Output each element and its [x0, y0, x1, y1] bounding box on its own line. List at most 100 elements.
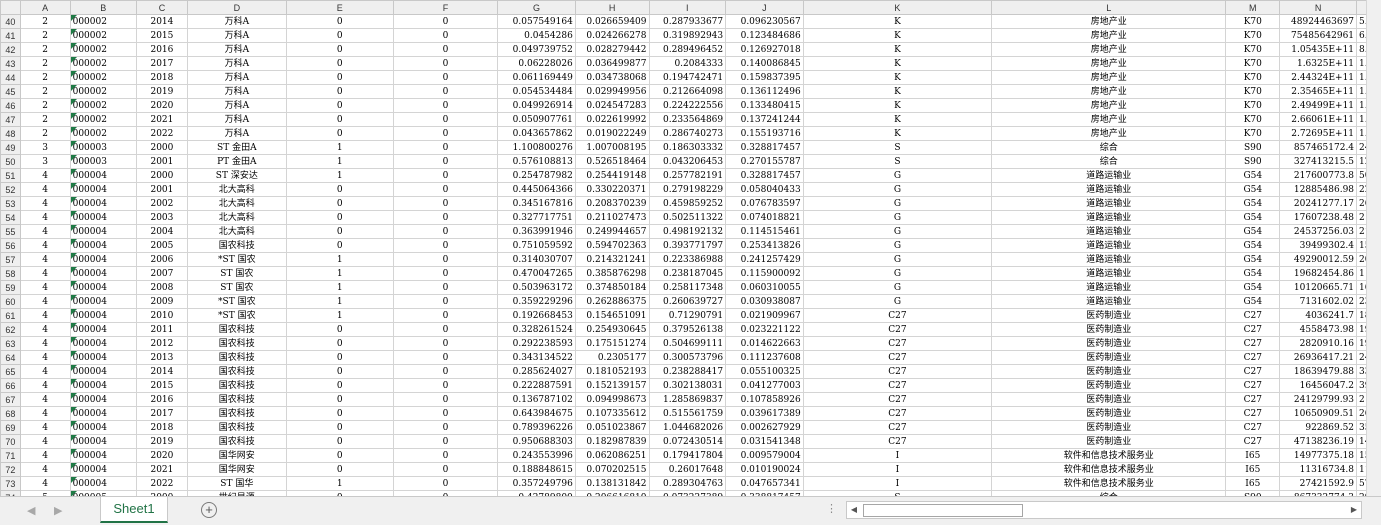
column-m-cell[interactable]: G54: [1225, 182, 1281, 197]
column-i-cell[interactable]: 0.224222556: [648, 98, 727, 113]
column-i-cell[interactable]: 0.289496452: [648, 42, 727, 57]
column-a-cell[interactable]: 4: [19, 434, 71, 449]
column-i-cell[interactable]: 0.238288417: [648, 364, 727, 379]
column-f-cell[interactable]: 0: [392, 42, 499, 57]
column-f-cell[interactable]: 0: [392, 322, 499, 337]
column-c-cell[interactable]: 2014: [135, 364, 189, 379]
column-n-cell[interactable]: 75485642961: [1279, 28, 1358, 43]
column-i-cell[interactable]: 0.504699111: [648, 336, 727, 351]
column-l-cell[interactable]: 道路运输业: [991, 294, 1227, 309]
column-f-cell[interactable]: 0: [392, 56, 499, 71]
column-i-cell[interactable]: 0.393771797: [648, 238, 727, 253]
row-header[interactable]: 69: [0, 420, 21, 435]
column-g-cell[interactable]: 0.06228026: [497, 56, 576, 71]
row-header[interactable]: 52: [0, 182, 21, 197]
column-e-cell[interactable]: 0: [285, 28, 394, 43]
column-c-cell[interactable]: 2022: [135, 126, 189, 141]
column-d-cell[interactable]: 北大高科: [187, 182, 287, 197]
column-l-cell[interactable]: 医药制造业: [991, 392, 1227, 407]
column-n-cell[interactable]: 2.72695E+11: [1279, 126, 1358, 141]
column-d-cell[interactable]: ST 金田A: [187, 140, 287, 155]
column-e-cell[interactable]: 0: [285, 196, 394, 211]
column-b-cell[interactable]: 000004: [69, 210, 137, 225]
column-g-cell[interactable]: 0.254787982: [497, 168, 576, 183]
column-n-cell[interactable]: 24129799.93: [1279, 392, 1358, 407]
column-e-cell[interactable]: 1: [285, 140, 394, 155]
column-m-cell[interactable]: C27: [1225, 420, 1281, 435]
row-header[interactable]: 49: [0, 140, 21, 155]
column-c-cell[interactable]: 2020: [135, 448, 189, 463]
column-d-cell[interactable]: 万科A: [187, 126, 287, 141]
column-a-cell[interactable]: 4: [19, 322, 71, 337]
column-c-cell[interactable]: 2000: [135, 168, 189, 183]
column-i-cell[interactable]: 0.194742471: [648, 70, 727, 85]
column-b-cell[interactable]: 000002: [69, 112, 137, 127]
column-m-cell[interactable]: I65: [1225, 476, 1281, 491]
column-b-cell[interactable]: 000004: [69, 224, 137, 239]
column-m-cell[interactable]: K70: [1225, 126, 1281, 141]
column-d-cell[interactable]: *ST 国农: [187, 252, 287, 267]
column-f-cell[interactable]: 0: [392, 84, 499, 99]
column-i-cell[interactable]: 0.257782191: [648, 168, 727, 183]
column-j-cell[interactable]: 0.010190024: [725, 462, 804, 477]
column-k-cell[interactable]: K: [802, 112, 993, 127]
column-b-cell[interactable]: 000004: [69, 252, 137, 267]
column-a-cell[interactable]: 4: [19, 280, 71, 295]
column-l-cell[interactable]: 房地产业: [991, 42, 1227, 57]
column-a-cell[interactable]: 4: [19, 182, 71, 197]
column-i-cell[interactable]: 0.71290791: [648, 308, 727, 323]
column-k-cell[interactable]: C27: [802, 364, 993, 379]
column-b-cell[interactable]: 000004: [69, 238, 137, 253]
row-header[interactable]: 57: [0, 252, 21, 267]
column-g-cell[interactable]: 0.503963172: [497, 280, 576, 295]
scroll-right-arrow-icon[interactable]: ▶: [1347, 502, 1361, 518]
column-j-cell[interactable]: 0.023221122: [725, 322, 804, 337]
column-k-cell[interactable]: K: [802, 98, 993, 113]
column-e-cell[interactable]: 0: [285, 84, 394, 99]
column-m-cell[interactable]: K70: [1225, 42, 1281, 57]
column-n-cell[interactable]: 12885486.98: [1279, 182, 1358, 197]
column-e-cell[interactable]: 1: [285, 154, 394, 169]
column-g-cell[interactable]: 0.357249796: [497, 476, 576, 491]
column-m-cell[interactable]: G54: [1225, 280, 1281, 295]
column-e-cell[interactable]: 0: [285, 56, 394, 71]
column-a-cell[interactable]: 4: [19, 448, 71, 463]
column-header-k[interactable]: K: [802, 0, 993, 15]
column-a-cell[interactable]: 4: [19, 378, 71, 393]
column-b-cell[interactable]: 000004: [69, 308, 137, 323]
column-i-cell[interactable]: 1.044682026: [648, 420, 727, 435]
column-k-cell[interactable]: C27: [802, 308, 993, 323]
column-l-cell[interactable]: 房地产业: [991, 112, 1227, 127]
column-h-cell[interactable]: 0.070202515: [574, 462, 650, 477]
column-c-cell[interactable]: 2020: [135, 98, 189, 113]
column-l-cell[interactable]: 医药制造业: [991, 322, 1227, 337]
column-a-cell[interactable]: 2: [19, 112, 71, 127]
column-g-cell[interactable]: 0.314030707: [497, 252, 576, 267]
column-k-cell[interactable]: I: [802, 476, 993, 491]
column-h-cell[interactable]: 0.154651091: [574, 308, 650, 323]
column-h-cell[interactable]: 0.036499877: [574, 56, 650, 71]
column-n-cell[interactable]: 327413215.5: [1279, 154, 1358, 169]
column-b-cell[interactable]: 000004: [69, 294, 137, 309]
column-h-cell[interactable]: 0.019022249: [574, 126, 650, 141]
column-f-cell[interactable]: 0: [392, 238, 499, 253]
column-h-cell[interactable]: 0.385876298: [574, 266, 650, 281]
column-d-cell[interactable]: 国农科技: [187, 434, 287, 449]
column-l-cell[interactable]: 房地产业: [991, 84, 1227, 99]
column-e-cell[interactable]: 0: [285, 14, 394, 29]
column-f-cell[interactable]: 0: [392, 448, 499, 463]
column-f-cell[interactable]: 0: [392, 350, 499, 365]
column-e-cell[interactable]: 0: [285, 420, 394, 435]
column-j-cell[interactable]: 0.328817457: [725, 168, 804, 183]
column-j-cell[interactable]: 0.159837395: [725, 70, 804, 85]
row-header[interactable]: 56: [0, 238, 21, 253]
column-c-cell[interactable]: 2018: [135, 70, 189, 85]
column-h-cell[interactable]: 0.094998673: [574, 392, 650, 407]
column-header-m[interactable]: M: [1225, 0, 1281, 15]
column-j-cell[interactable]: 0.021909967: [725, 308, 804, 323]
column-f-cell[interactable]: 0: [392, 378, 499, 393]
column-l-cell[interactable]: 医药制造业: [991, 420, 1227, 435]
column-k-cell[interactable]: G: [802, 238, 993, 253]
column-b-cell[interactable]: 000004: [69, 406, 137, 421]
column-f-cell[interactable]: 0: [392, 182, 499, 197]
